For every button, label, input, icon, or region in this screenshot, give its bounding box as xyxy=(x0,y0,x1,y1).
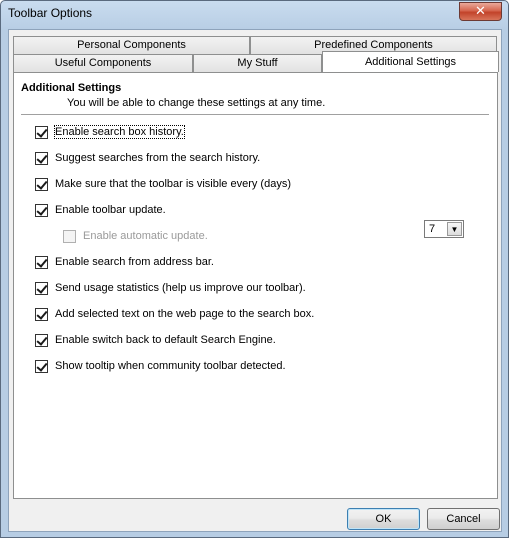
chevron-down-icon[interactable]: ▼ xyxy=(447,222,462,236)
option-label: Make sure that the toolbar is visible ev… xyxy=(55,178,291,190)
checkbox[interactable] xyxy=(35,281,48,295)
ok-button[interactable]: OK xyxy=(347,508,420,530)
dialog-body: Personal Components Predefined Component… xyxy=(8,29,502,532)
section-description: You will be able to change these setting… xyxy=(67,97,326,109)
checkbox[interactable] xyxy=(35,333,48,347)
tab-useful-components[interactable]: Useful Components xyxy=(13,54,193,72)
days-dropdown[interactable]: 7 ▼ xyxy=(424,220,464,238)
checkbox xyxy=(63,229,76,243)
tab-label: Additional Settings xyxy=(364,56,457,68)
option-show-tooltip[interactable]: Show tooltip when community toolbar dete… xyxy=(35,358,286,374)
checkbox[interactable] xyxy=(35,151,48,165)
checkbox[interactable] xyxy=(35,255,48,269)
option-toolbar-visible[interactable]: Make sure that the toolbar is visible ev… xyxy=(35,176,291,192)
cancel-button[interactable]: Cancel xyxy=(427,508,500,530)
option-usage-statistics[interactable]: Send usage statistics (help us improve o… xyxy=(35,280,306,296)
option-switch-back-search-engine[interactable]: Enable switch back to default Search Eng… xyxy=(35,332,276,348)
option-label: Enable toolbar update. xyxy=(55,204,166,216)
option-label: Show tooltip when community toolbar dete… xyxy=(55,360,286,372)
option-toolbar-update[interactable]: Enable toolbar update. xyxy=(35,202,166,218)
additional-settings-panel: Additional Settings You will be able to … xyxy=(13,72,498,499)
option-search-box-history[interactable]: Enable search box history. xyxy=(35,124,185,140)
tab-my-stuff[interactable]: My Stuff xyxy=(193,54,322,72)
tab-label: Personal Components xyxy=(77,39,186,51)
checkbox[interactable] xyxy=(35,307,48,321)
option-label: Suggest searches from the search history… xyxy=(55,152,261,164)
option-automatic-update: Enable automatic update. xyxy=(63,228,208,244)
option-label: Add selected text on the web page to the… xyxy=(55,308,315,320)
option-selected-text[interactable]: Add selected text on the web page to the… xyxy=(35,306,314,322)
window-title: Toolbar Options xyxy=(8,6,93,20)
checkbox[interactable] xyxy=(35,359,48,373)
option-label: Enable switch back to default Search Eng… xyxy=(55,334,276,346)
section-title: Additional Settings xyxy=(21,82,122,94)
option-label: Enable search box history. xyxy=(54,125,185,139)
option-label: Enable search from address bar. xyxy=(55,256,214,268)
checkbox[interactable] xyxy=(35,203,48,217)
title-bar: Toolbar Options ✕ xyxy=(1,1,508,28)
toolbar-options-dialog: Toolbar Options ✕ Personal Components Pr… xyxy=(0,0,509,538)
dropdown-value: 7 xyxy=(429,223,436,235)
checkbox[interactable] xyxy=(35,177,48,191)
option-search-address-bar[interactable]: Enable search from address bar. xyxy=(35,254,214,270)
option-label: Send usage statistics (help us improve o… xyxy=(55,282,306,294)
tab-label: Useful Components xyxy=(54,57,152,69)
tab-personal-components[interactable]: Personal Components xyxy=(13,36,250,54)
tab-label: Predefined Components xyxy=(314,39,433,51)
close-icon: ✕ xyxy=(475,4,486,19)
close-button[interactable]: ✕ xyxy=(459,2,502,21)
checkbox[interactable] xyxy=(35,125,48,139)
option-label: Enable automatic update. xyxy=(83,230,208,242)
section-divider xyxy=(21,114,489,115)
option-suggest-searches[interactable]: Suggest searches from the search history… xyxy=(35,150,260,166)
tab-label: My Stuff xyxy=(237,57,278,69)
tab-additional-settings[interactable]: Additional Settings xyxy=(322,51,499,72)
